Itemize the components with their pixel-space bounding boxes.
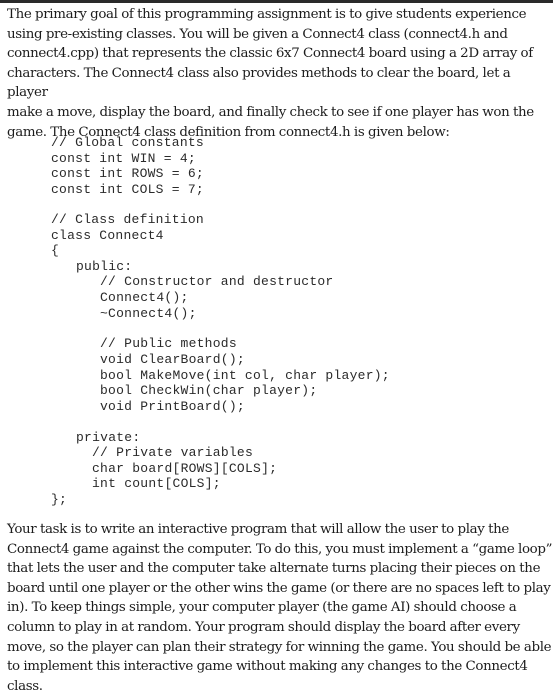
code-const-win: const int WIN = 4; bbox=[51, 150, 196, 166]
code-public-label: public: bbox=[76, 258, 133, 274]
top-border bbox=[0, 0, 553, 3]
code-const-cols: const int COLS = 7; bbox=[51, 181, 204, 197]
code-comment-class: // Class definition bbox=[51, 212, 204, 227]
code-comment-private: // Private variables bbox=[92, 445, 254, 461]
code-comment-ctor: // Constructor and destructor bbox=[100, 274, 334, 290]
code-method-makemove: bool MakeMove(int col, char player); bbox=[100, 367, 390, 383]
code-class-declaration: class Connect4 bbox=[51, 227, 164, 243]
code-method-checkwin: bool CheckWin(char player); bbox=[100, 383, 318, 399]
code-open-brace: { bbox=[51, 243, 60, 259]
code-comment-methods: // Public methods bbox=[100, 336, 237, 352]
code-comment-global: // Global constants bbox=[51, 135, 204, 150]
code-private-label: private: bbox=[76, 429, 141, 445]
code-var-board: char board[ROWS][COLS]; bbox=[92, 460, 278, 476]
code-constructor: Connect4(); bbox=[100, 290, 189, 305]
code-var-count: int count[COLS]; bbox=[92, 476, 221, 492]
code-const-rows: const int ROWS = 6; bbox=[51, 166, 204, 182]
code-method-printboard: void PrintBoard(); bbox=[100, 398, 245, 414]
task-paragraph: Your task is to write an interactive pro… bbox=[7, 522, 553, 694]
code-method-clearboard: void ClearBoard(); bbox=[100, 352, 245, 367]
code-destructor: ~Connect4(); bbox=[100, 305, 197, 321]
code-close-brace: }; bbox=[51, 492, 68, 507]
intro-paragraph: The primary goal of this programming ass… bbox=[7, 7, 534, 140]
